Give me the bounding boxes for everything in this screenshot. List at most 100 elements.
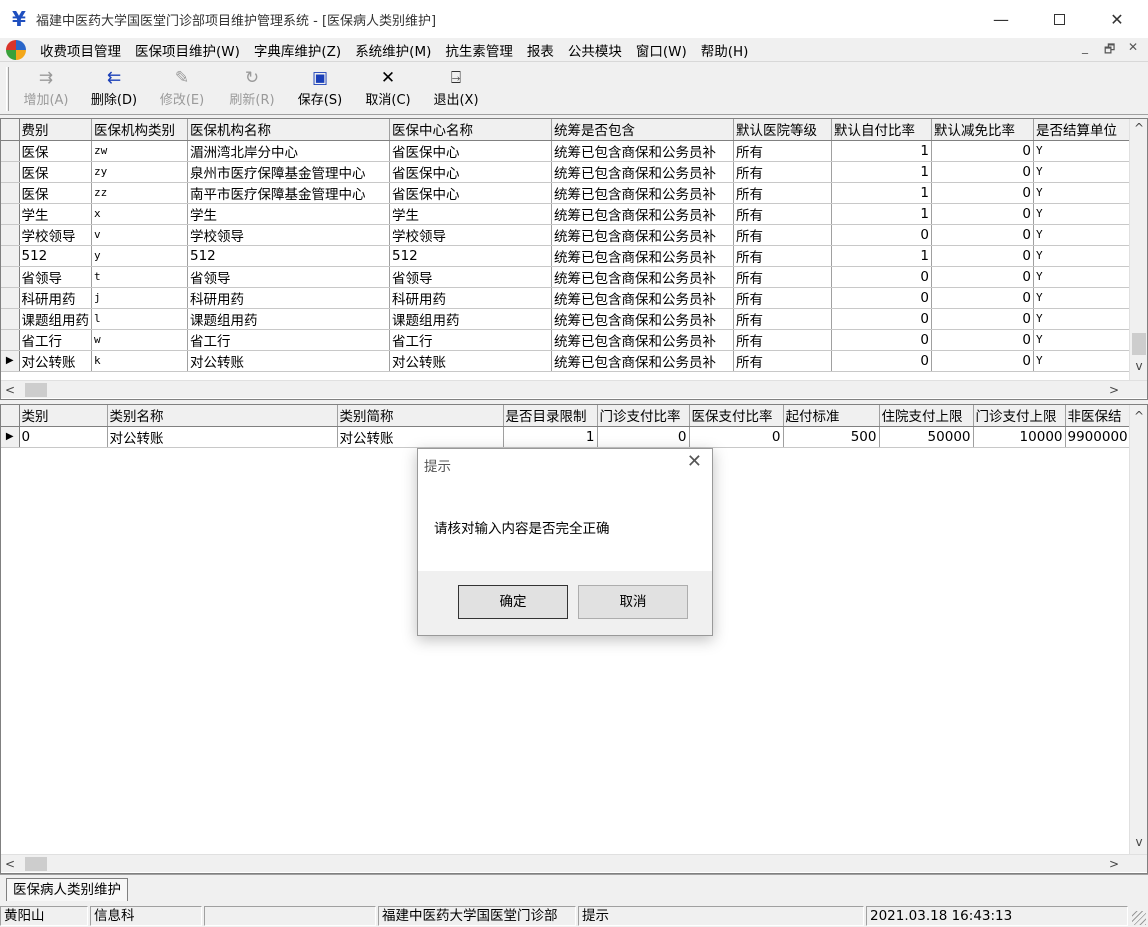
mdi-restore-button[interactable]: 🗗 [1104, 40, 1115, 61]
table-cell[interactable]: 0 [931, 140, 1034, 162]
add-button[interactable]: ⇉ 增加(A) [18, 67, 74, 111]
table-cell[interactable]: 1 [503, 426, 598, 448]
table-row[interactable]: ▶ 0 对公转账 对公转账 1 0 0 500 50000 10000 9900000 [1, 426, 1131, 448]
table-cell[interactable]: 省医保中心 [389, 161, 552, 183]
table-cell[interactable]: 省领导 [389, 266, 552, 288]
table-cell[interactable]: 1 [831, 203, 932, 225]
table-cell[interactable]: 省工行 [19, 329, 92, 351]
table-cell[interactable]: y [91, 245, 188, 267]
table-cell[interactable]: Y [1033, 182, 1136, 204]
column-header[interactable]: 是否结算单位 [1033, 119, 1136, 141]
table-cell[interactable]: 0 [931, 203, 1034, 225]
table-cell[interactable]: 10000 [973, 426, 1066, 448]
table-cell[interactable]: 对公转账 [19, 350, 92, 372]
row-indicator[interactable] [1, 329, 20, 351]
menu-insurance-items[interactable]: 医保项目维护(W) [135, 40, 240, 60]
table-cell[interactable]: 省工行 [187, 329, 390, 351]
table-cell[interactable]: 学生 [389, 203, 552, 225]
column-header[interactable]: 类别名称 [107, 405, 338, 427]
delete-button[interactable]: ⇇ 删除(D) [86, 67, 142, 111]
table-cell[interactable]: 统筹已包含商保和公务员补 [551, 161, 734, 183]
row-indicator[interactable] [1, 245, 20, 267]
row-indicator[interactable] [1, 224, 20, 246]
scroll-up-arrow-icon[interactable]: ^ [1130, 407, 1147, 425]
table-cell[interactable]: 0 [831, 308, 932, 330]
exit-button[interactable]: ⍈ 退出(X) [428, 67, 484, 111]
system-menu-icon[interactable] [6, 39, 26, 60]
table-cell[interactable]: 所有 [733, 329, 832, 351]
table-cell[interactable]: k [91, 350, 188, 372]
table-cell[interactable]: 课题组用药 [19, 308, 92, 330]
table-row[interactable]: 医保 zy 泉州市医疗保障基金管理中心 省医保中心 统筹已包含商保和公务员补 所有 1 0 Y [1, 161, 1146, 183]
table-row[interactable]: ▶ 对公转账 k 对公转账 对公转账 统筹已包含商保和公务员补 所有 0 0 Y [1, 350, 1146, 372]
table-cell[interactable]: 所有 [733, 350, 832, 372]
menu-reports[interactable]: 报表 [527, 40, 554, 60]
table-cell[interactable]: 0 [931, 329, 1034, 351]
table-cell[interactable]: 省工行 [389, 329, 552, 351]
scroll-down-arrow-icon[interactable]: v [1130, 833, 1147, 851]
row-indicator[interactable] [1, 182, 20, 204]
table-cell[interactable]: zw [91, 140, 188, 162]
column-header[interactable]: 门诊支付比率 [597, 405, 690, 427]
table-cell[interactable]: 学校领导 [19, 224, 92, 246]
category-grid[interactable]: 费别 医保机构类别 医保机构名称 医保中心名称 统筹是否包含 默认医院等级 默认… [0, 118, 1148, 400]
menu-system[interactable]: 系统维护(M) [355, 40, 431, 60]
table-row[interactable]: 学生 x 学生 学生 统筹已包含商保和公务员补 所有 1 0 Y [1, 203, 1146, 225]
scroll-left-arrow-icon[interactable]: < [1, 381, 19, 399]
table-cell[interactable]: Y [1033, 308, 1136, 330]
table-cell[interactable]: 湄洲湾北岸分中心 [187, 140, 390, 162]
menu-antibiotics[interactable]: 抗生素管理 [445, 40, 513, 60]
table-cell[interactable]: 所有 [733, 266, 832, 288]
scroll-thumb[interactable] [25, 383, 47, 397]
column-header[interactable]: 类别简称 [337, 405, 504, 427]
table-cell[interactable]: 0 [931, 182, 1034, 204]
table-cell[interactable]: 课题组用药 [187, 308, 390, 330]
table-cell[interactable]: 统筹已包含商保和公务员补 [551, 350, 734, 372]
table-cell[interactable]: w [91, 329, 188, 351]
table-cell[interactable]: 1 [831, 161, 932, 183]
table-cell[interactable]: t [91, 266, 188, 288]
table-cell[interactable]: j [91, 287, 188, 309]
scroll-thumb[interactable] [25, 857, 47, 871]
column-header[interactable]: 默认减免比率 [931, 119, 1034, 141]
table-cell[interactable]: 0 [931, 308, 1034, 330]
column-header[interactable]: 默认自付比率 [831, 119, 932, 141]
table-cell[interactable]: zz [91, 182, 188, 204]
mdi-minimize-button[interactable]: _ [1082, 40, 1088, 54]
table-cell[interactable]: 课题组用药 [389, 308, 552, 330]
table-row[interactable]: 512 y 512 512 统筹已包含商保和公务员补 所有 1 0 Y [1, 245, 1146, 267]
column-header[interactable]: 医保机构类别 [91, 119, 188, 141]
table-cell[interactable]: 所有 [733, 182, 832, 204]
column-header[interactable]: 非医保结 [1065, 405, 1131, 427]
table-cell[interactable]: 1 [831, 182, 932, 204]
table-cell[interactable]: 统筹已包含商保和公务员补 [551, 182, 734, 204]
table-cell[interactable]: 512 [187, 245, 390, 267]
table-cell[interactable]: 统筹已包含商保和公务员补 [551, 140, 734, 162]
table-cell[interactable]: Y [1033, 287, 1136, 309]
table-cell[interactable]: 学校领导 [389, 224, 552, 246]
table-row[interactable]: 省领导 t 省领导 省领导 统筹已包含商保和公务员补 所有 0 0 Y [1, 266, 1146, 288]
table-cell[interactable]: 512 [19, 245, 92, 267]
table-cell[interactable]: 1 [831, 140, 932, 162]
table-cell[interactable]: 0 [831, 287, 932, 309]
table-cell[interactable]: 0 [931, 266, 1034, 288]
row-indicator[interactable] [1, 140, 20, 162]
table-cell[interactable]: Y [1033, 203, 1136, 225]
table-cell[interactable]: 科研用药 [389, 287, 552, 309]
table-cell[interactable]: 统筹已包含商保和公务员补 [551, 224, 734, 246]
table-cell[interactable]: 省医保中心 [389, 182, 552, 204]
row-indicator[interactable] [1, 308, 20, 330]
table-cell[interactable]: 学校领导 [187, 224, 390, 246]
table-row[interactable]: 省工行 w 省工行 省工行 统筹已包含商保和公务员补 所有 0 0 Y [1, 329, 1146, 351]
minimize-button[interactable]: — [972, 0, 1030, 38]
table-cell[interactable]: 医保 [19, 161, 92, 183]
table-cell[interactable]: 0 [597, 426, 690, 448]
table-cell[interactable]: 统筹已包含商保和公务员补 [551, 266, 734, 288]
table-cell[interactable]: 医保 [19, 140, 92, 162]
table-cell[interactable]: 0 [19, 426, 108, 448]
menu-dictionary[interactable]: 字典库维护(Z) [254, 40, 341, 60]
table-cell[interactable]: 统筹已包含商保和公务员补 [551, 329, 734, 351]
tab-category-maintenance[interactable]: 医保病人类别维护 [6, 878, 128, 901]
table-cell[interactable]: 学生 [187, 203, 390, 225]
menu-window[interactable]: 窗口(W) [636, 40, 687, 60]
